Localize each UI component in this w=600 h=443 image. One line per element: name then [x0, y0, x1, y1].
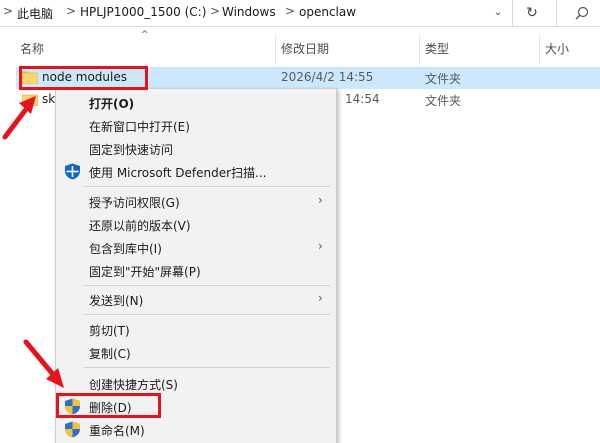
- column-size[interactable]: 大小: [545, 40, 569, 57]
- menu-item-include-library[interactable]: 包含到库中(I) ›: [56, 236, 336, 258]
- column-divider[interactable]: [539, 35, 540, 63]
- file-name: sk: [42, 92, 56, 106]
- menu-item-label: 打开(O): [89, 97, 135, 111]
- menu-item-pin-quick-access[interactable]: 固定到快速访问: [56, 137, 336, 159]
- breadcrumb-drive-c[interactable]: HPLJP1000_1500 (C:): [80, 5, 206, 19]
- menu-item-rename[interactable]: 重命名(M): [56, 418, 336, 440]
- context-menu: 打开(O) 在新窗口中打开(E) 固定到快速访问 使用 Microsoft De…: [55, 88, 337, 443]
- menu-item-label: 还原以前的版本(V): [89, 219, 191, 233]
- uac-shield-icon: [65, 421, 80, 438]
- column-date[interactable]: 修改日期: [281, 40, 329, 57]
- column-divider[interactable]: [275, 35, 276, 63]
- chevron-right-icon: ›: [318, 239, 323, 253]
- breadcrumb-openclaw[interactable]: openclaw: [299, 5, 356, 19]
- menu-item-cut[interactable]: 剪切(T): [56, 318, 336, 340]
- menu-separator: [84, 367, 330, 368]
- breadcrumb-separator[interactable]: >: [210, 4, 220, 18]
- file-type: 文件夹: [425, 94, 462, 108]
- annotation-box-folder: [19, 66, 148, 90]
- menu-item-label: 使用 Microsoft Defender扫描...: [89, 166, 267, 180]
- breadcrumb-this-pc[interactable]: 此电脑: [17, 5, 53, 22]
- chevron-right-icon: ›: [318, 291, 323, 305]
- annotation-arrow-icon: [2, 96, 36, 140]
- file-date: 14:54: [345, 92, 380, 106]
- file-type: 文件夹: [425, 72, 462, 86]
- file-date: 2026/4/2 14:55: [281, 70, 374, 84]
- menu-item-label: 固定到"开始"屏幕(P): [89, 265, 201, 279]
- menu-item-label: 在新窗口中打开(E): [89, 120, 190, 134]
- menu-item-label: 剪切(T): [89, 324, 130, 338]
- menu-item-label: 复制(C): [89, 347, 131, 361]
- menu-item-open[interactable]: 打开(O): [56, 91, 336, 113]
- menu-item-label: 发送到(N): [89, 294, 144, 308]
- breadcrumb-separator[interactable]: >: [66, 4, 76, 18]
- sort-ascending-icon: ^: [141, 30, 149, 40]
- menu-separator: [84, 186, 330, 187]
- menu-item-pin-start[interactable]: 固定到"开始"屏幕(P): [56, 259, 336, 281]
- menu-item-label: 授予访问权限(G): [89, 196, 180, 210]
- menu-item-label: 重命名(M): [89, 424, 145, 438]
- column-type[interactable]: 类型: [425, 40, 449, 57]
- annotation-box-delete: [56, 393, 161, 418]
- menu-separator: [84, 285, 330, 286]
- search-box[interactable]: [556, 0, 600, 26]
- address-dropdown-icon[interactable]: ⌄: [488, 4, 508, 22]
- defender-shield-icon: [65, 163, 80, 180]
- menu-item-copy[interactable]: 复制(C): [56, 341, 336, 363]
- column-divider[interactable]: [419, 35, 420, 63]
- refresh-icon[interactable]: ↻: [521, 2, 543, 24]
- address-bar-row: > 此电脑 > HPLJP1000_1500 (C:) > Windows > …: [0, 0, 600, 27]
- menu-item-grant-access[interactable]: 授予访问权限(G) ›: [56, 190, 336, 212]
- menu-item-label: 创建快捷方式(S): [89, 378, 178, 392]
- menu-item-open-new-window[interactable]: 在新窗口中打开(E): [56, 114, 336, 136]
- menu-item-label: 固定到快速访问: [89, 143, 174, 157]
- menu-item-restore-versions[interactable]: 还原以前的版本(V): [56, 213, 336, 235]
- column-name[interactable]: 名称: [20, 40, 44, 57]
- breadcrumb-separator[interactable]: >: [285, 4, 295, 18]
- menu-item-send-to[interactable]: 发送到(N) ›: [56, 288, 336, 310]
- address-bar[interactable]: > 此电脑 > HPLJP1000_1500 (C:) > Windows > …: [0, 0, 513, 26]
- menu-item-create-shortcut[interactable]: 创建快捷方式(S): [56, 372, 336, 394]
- search-icon: [575, 6, 589, 20]
- breadcrumb-windows[interactable]: Windows: [222, 5, 276, 19]
- menu-item-defender-scan[interactable]: 使用 Microsoft Defender扫描...: [56, 160, 336, 182]
- breadcrumb-separator[interactable]: >: [3, 4, 13, 18]
- annotation-arrow-icon: [23, 339, 64, 388]
- menu-separator: [84, 314, 330, 315]
- menu-item-label: 包含到库中(I): [89, 242, 162, 256]
- chevron-right-icon: ›: [318, 193, 323, 207]
